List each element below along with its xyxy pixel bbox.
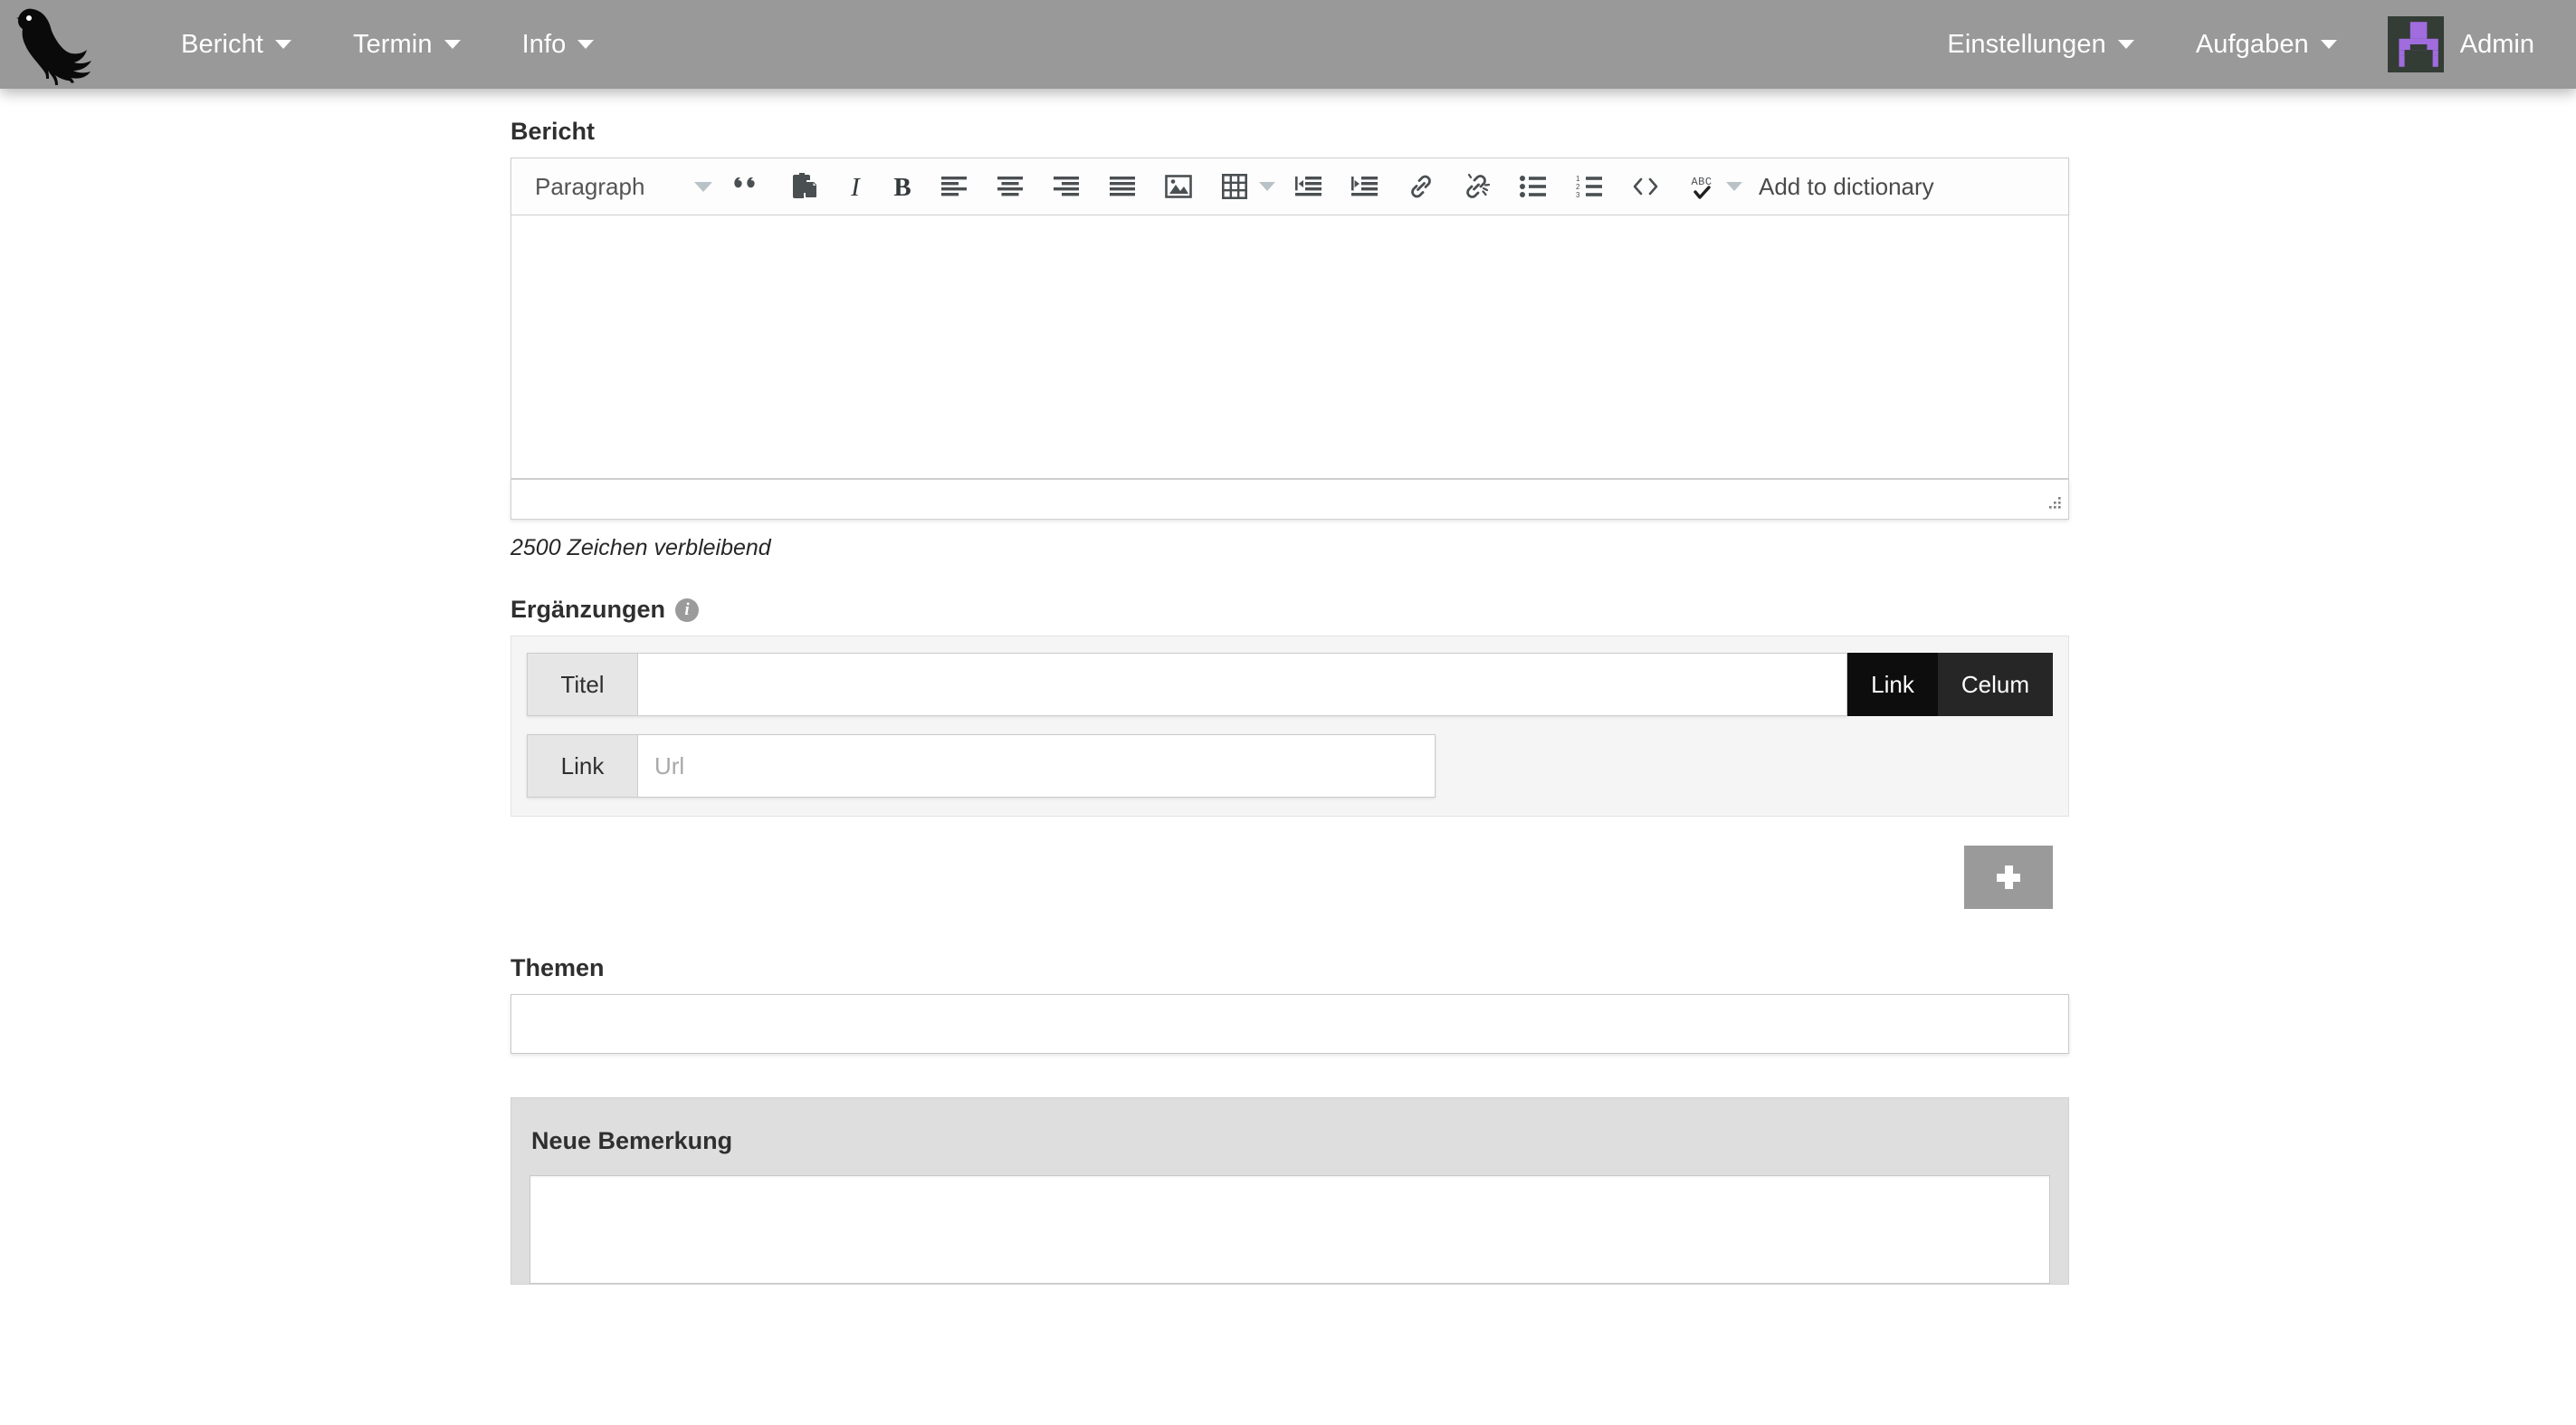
add-to-dictionary-button[interactable]: Add to dictionary — [1748, 173, 1945, 201]
paragraph-style-select[interactable]: Paragraph — [522, 165, 720, 208]
username-label[interactable]: Admin — [2460, 30, 2549, 60]
indent-icon[interactable] — [1337, 160, 1393, 213]
nav-item-einstellungen[interactable]: Einstellungen — [1916, 0, 2164, 89]
source-type-button-group: Link Celum — [1847, 653, 2053, 716]
image-icon[interactable] — [1150, 160, 1207, 213]
character-count-label: 2500 Zeichen verbleibend — [510, 535, 771, 560]
secondary-nav: Einstellungen Aufgaben Admin — [1916, 0, 2549, 89]
ergaenzung-row-titel: Titel Link Celum — [527, 653, 2053, 716]
editor-content-area[interactable] — [510, 215, 2069, 479]
nav-item-info[interactable]: Info — [491, 0, 625, 89]
themen-section: Themen — [510, 954, 2069, 1054]
unlink-icon[interactable] — [1449, 160, 1505, 213]
nav-item-einstellungen-label: Einstellungen — [1947, 29, 2106, 59]
svg-text:I: I — [850, 173, 861, 200]
top-navbar: Bericht Termin Info Einstellungen Aufgab… — [0, 0, 2576, 89]
link-addon-label: Link — [527, 734, 637, 798]
nav-item-bericht-label: Bericht — [181, 29, 263, 59]
chevron-down-icon — [2117, 40, 2134, 49]
ergaenzung-row-link: Link — [527, 734, 2053, 798]
link-icon[interactable] — [1393, 160, 1449, 213]
chevron-down-icon — [577, 40, 595, 49]
nav-item-termin[interactable]: Termin — [322, 0, 491, 89]
nav-item-info-label: Info — [521, 29, 567, 59]
page-body: Bericht Paragraph I B 1 2 3 ABC Add to d… — [0, 89, 2576, 1285]
italic-icon[interactable]: I — [832, 160, 879, 213]
blockquote-icon[interactable] — [720, 160, 776, 213]
ergaenzungen-label: Ergänzungen i — [510, 596, 2069, 624]
chevron-down-icon — [694, 181, 712, 192]
paste-icon[interactable] — [776, 160, 832, 213]
align-left-icon[interactable] — [926, 160, 982, 213]
nav-item-aufgaben[interactable]: Aufgaben — [2165, 0, 2368, 89]
neue-bemerkung-title: Neue Bemerkung — [531, 1127, 733, 1154]
nav-item-termin-label: Termin — [352, 29, 433, 59]
link-url-input[interactable] — [637, 734, 1436, 798]
align-right-icon[interactable] — [1038, 160, 1094, 213]
themen-label-text: Themen — [510, 954, 605, 981]
outdent-icon[interactable] — [1281, 160, 1337, 213]
source-code-icon[interactable] — [1617, 160, 1674, 213]
align-justify-icon[interactable] — [1094, 160, 1150, 213]
raven-logo[interactable] — [5, 0, 105, 89]
primary-nav: Bericht Termin Info — [150, 0, 625, 89]
link-input-group: Link — [527, 734, 1436, 798]
neue-bemerkung-textarea[interactable] — [530, 1175, 2050, 1284]
nav-item-bericht[interactable]: Bericht — [150, 0, 322, 89]
bericht-label: Bericht — [510, 118, 2069, 146]
link-source-button[interactable]: Link — [1847, 653, 1938, 716]
add-row-container — [510, 846, 2069, 909]
spellcheck-icon[interactable]: ABC — [1674, 160, 1730, 213]
neue-bemerkung-panel: Neue Bemerkung — [510, 1097, 2069, 1285]
align-center-icon[interactable] — [982, 160, 1038, 213]
titel-addon-label: Titel — [527, 653, 637, 716]
editor-status-bar — [510, 479, 2069, 520]
resize-handle[interactable] — [2042, 495, 2062, 513]
titel-input[interactable] — [637, 653, 1848, 716]
editor-toolbar: Paragraph I B 1 2 3 ABC Add to dictionar… — [510, 158, 2069, 215]
titel-input-group: Titel — [527, 653, 1848, 716]
plus-icon — [1997, 866, 2020, 889]
ergaenzungen-label-text: Ergänzungen — [510, 596, 666, 623]
nav-item-aufgaben-label: Aufgaben — [2195, 29, 2309, 59]
ergaenzungen-panel: Titel Link Celum Link — [510, 636, 2069, 817]
avatar[interactable] — [2387, 16, 2444, 72]
chevron-down-icon — [444, 40, 461, 49]
chevron-down-icon — [2320, 40, 2337, 49]
table-icon[interactable] — [1207, 160, 1263, 213]
add-row-button[interactable] — [1964, 846, 2053, 909]
themen-label: Themen — [510, 954, 2069, 982]
themen-input[interactable] — [510, 994, 2069, 1054]
numbered-list-icon[interactable]: 1 2 3 — [1561, 160, 1617, 213]
rich-text-editor: Paragraph I B 1 2 3 ABC Add to dictionar… — [510, 158, 2069, 520]
spellcheck-chevron-down-icon[interactable] — [1726, 182, 1742, 191]
svg-text:2: 2 — [1576, 183, 1580, 191]
svg-text:1: 1 — [1576, 176, 1580, 183]
bold-icon[interactable]: B — [879, 160, 926, 213]
form-content: Bericht Paragraph I B 1 2 3 ABC Add to d… — [510, 118, 2069, 1285]
bullet-list-icon[interactable] — [1505, 160, 1561, 213]
svg-text:3: 3 — [1576, 191, 1580, 197]
info-icon[interactable]: i — [675, 598, 700, 622]
table-chevron-down-icon[interactable] — [1259, 182, 1275, 191]
bericht-label-text: Bericht — [510, 118, 596, 145]
svg-text:B: B — [893, 173, 911, 200]
chevron-down-icon — [274, 40, 291, 49]
paragraph-style-value: Paragraph — [535, 172, 645, 200]
celum-source-button[interactable]: Celum — [1937, 653, 2053, 716]
